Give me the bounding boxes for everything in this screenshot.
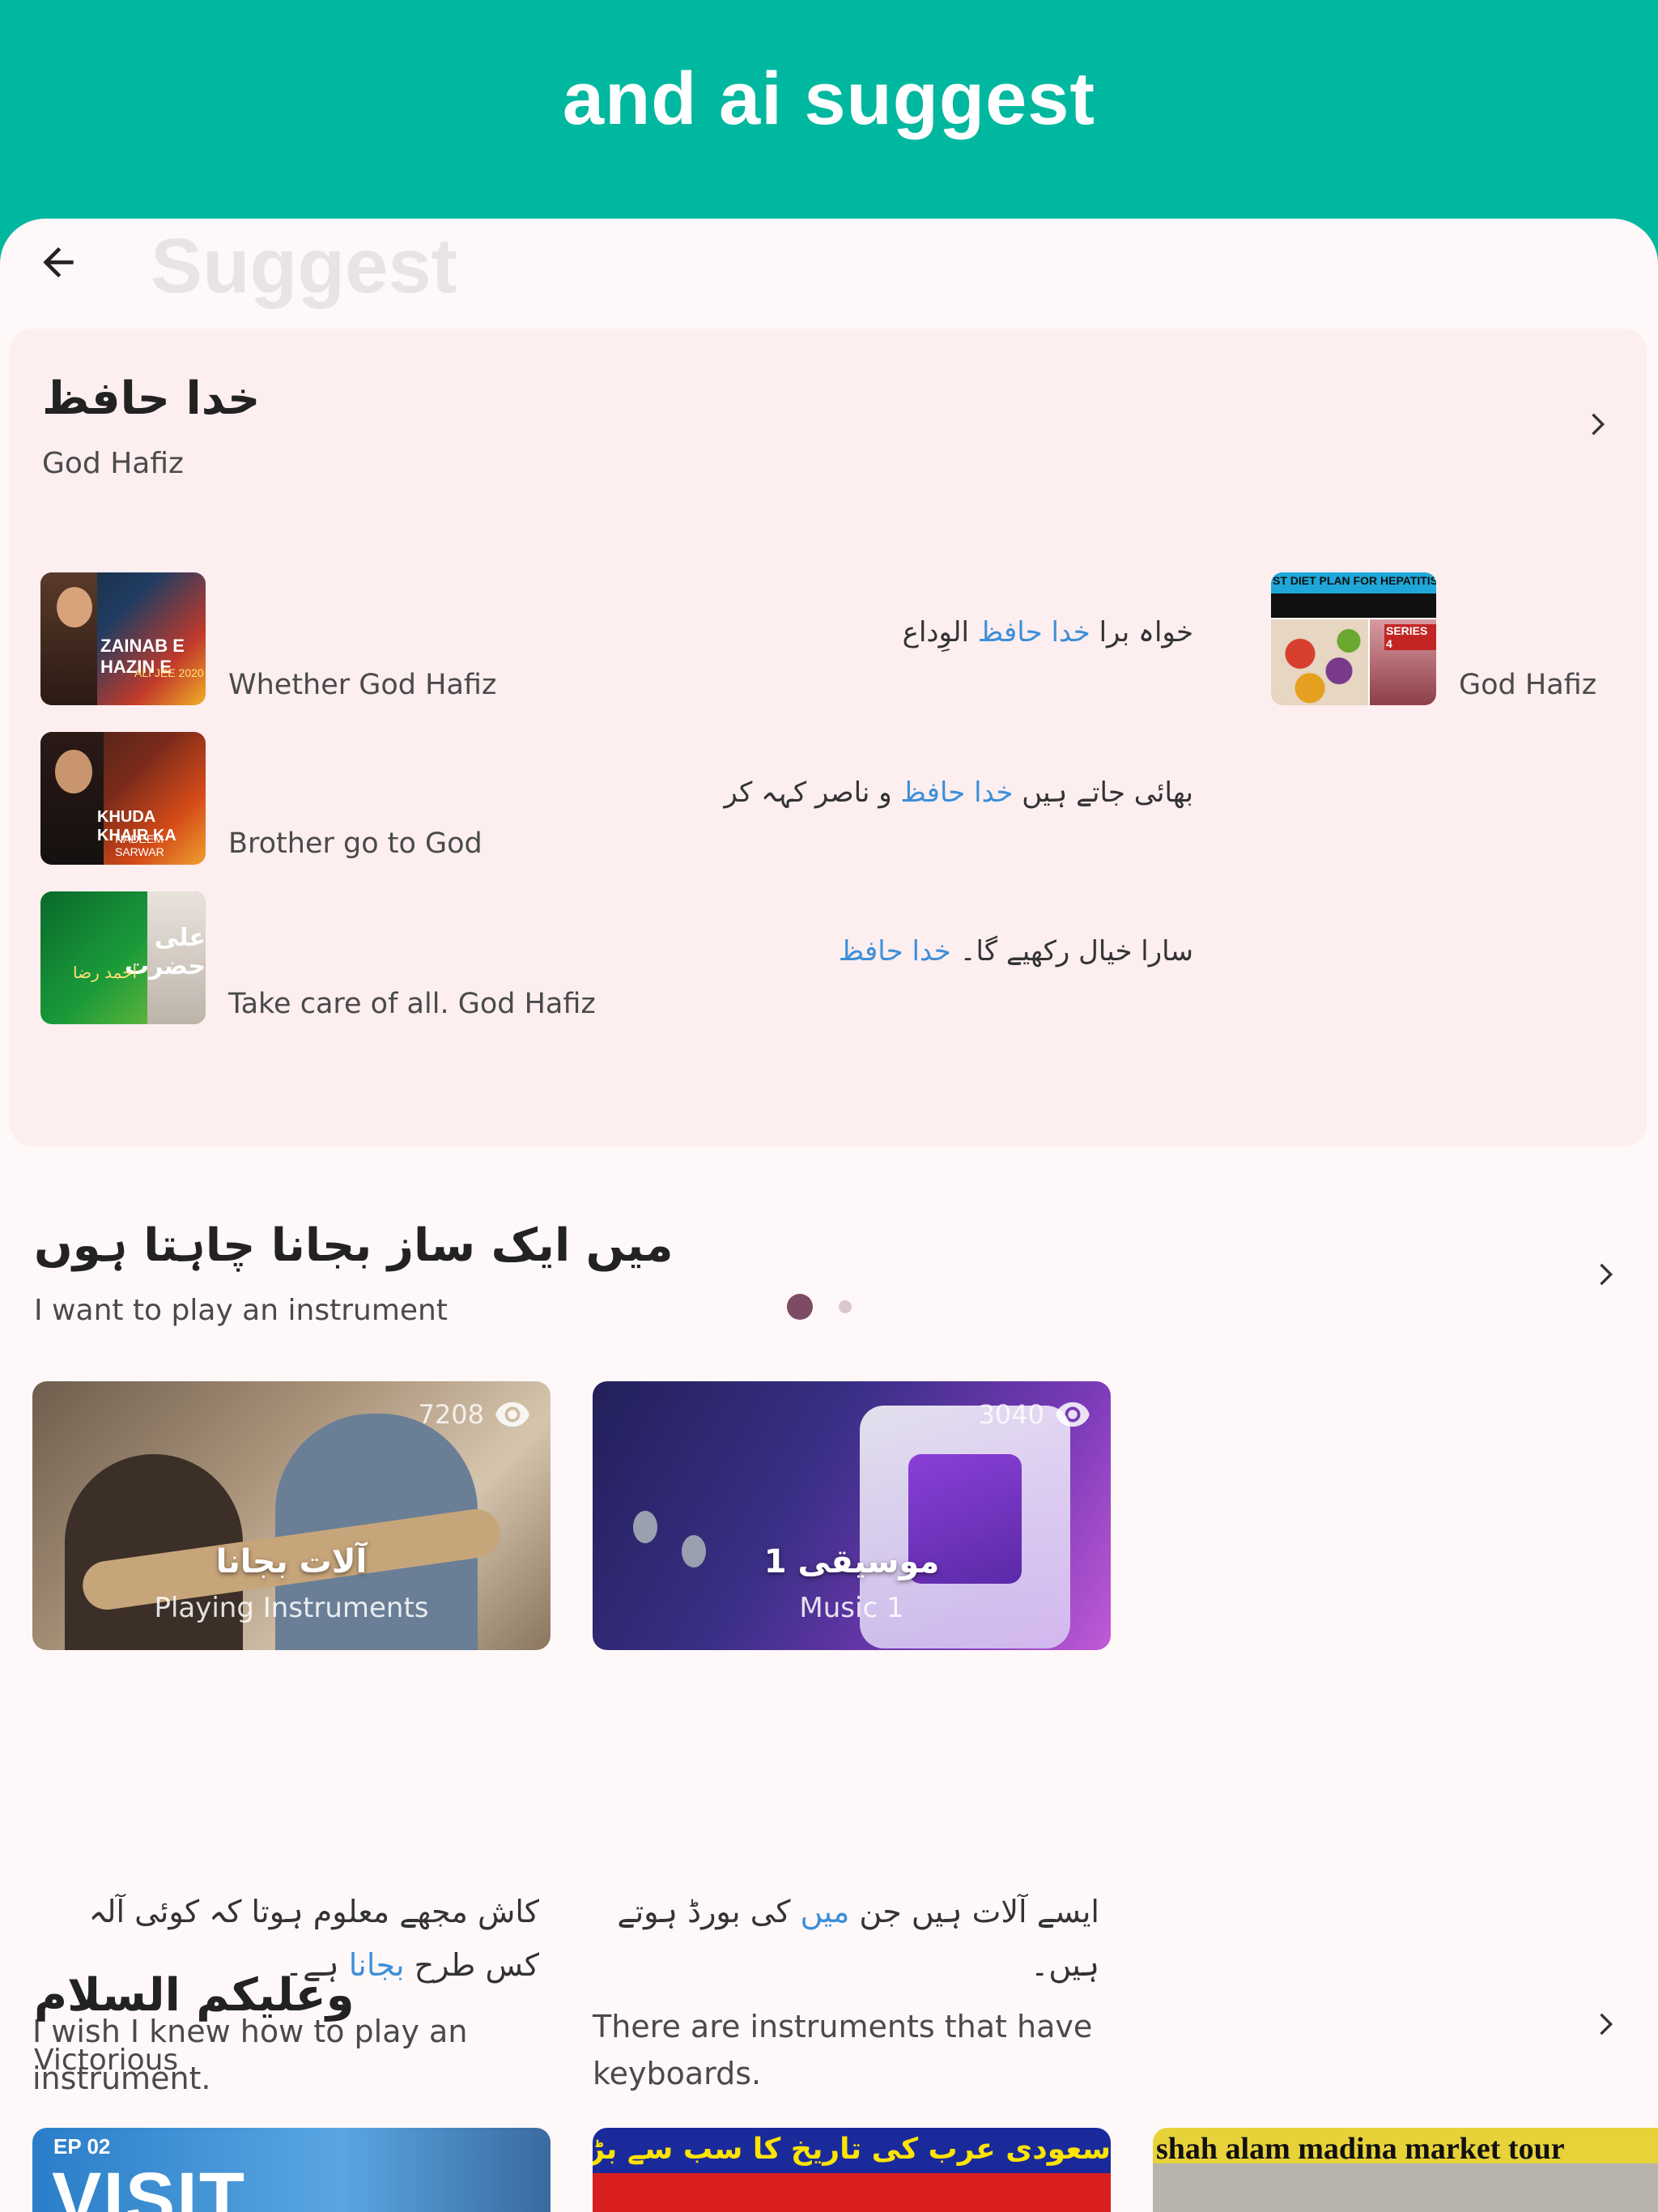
- view-count: 7208: [419, 1399, 531, 1430]
- page-dot-active[interactable]: [787, 1294, 813, 1320]
- back-arrow-icon[interactable]: [36, 240, 81, 285]
- video-thumbnail[interactable]: KHUDA KHAIR KA NADEEM SARWAR: [40, 732, 206, 865]
- card-overlay-urdu: آلات بجانا: [215, 1543, 368, 1580]
- app-bar: Suggest: [0, 219, 1658, 324]
- chevron-right-icon[interactable]: [1588, 1252, 1621, 1297]
- page-title: Suggest: [151, 223, 457, 309]
- example-urdu: خواہ برا خدا حافظ الوِداع: [902, 616, 1193, 649]
- example-urdu: سارا خیال رکھیے گا۔ خدا حافظ: [838, 935, 1193, 968]
- example-english: Take care of all. God Hafiz: [228, 988, 596, 1020]
- thumbnail-subcaption: احمد رضا: [73, 963, 138, 982]
- video-thumbnail[interactable]: EP 02 VISIT: [32, 2128, 551, 2212]
- banner-title: and ai suggest: [562, 57, 1096, 140]
- section-subtitle: God Hafiz: [42, 447, 184, 480]
- card-overlay-english: Music 1: [799, 1592, 904, 1624]
- chevron-right-icon[interactable]: [1588, 2001, 1621, 2047]
- section-subtitle: Victorious: [34, 2044, 179, 2077]
- thumbnail-caption: ST DIET PLAN FOR HEPATITIS PA: [1273, 574, 1436, 587]
- video-thumbnail[interactable]: علی حضرت احمد رضا: [40, 891, 206, 1024]
- promo-banner: and ai suggest: [0, 0, 1658, 220]
- video-thumbnail[interactable]: سعودی عرب کی تاریخ کا سب سے بڑا فراڈ سکی…: [593, 2128, 1111, 2212]
- card-example-urdu: ایسے آلات ہیں جن میں کی بورڈ ہوتے ہیں۔: [617, 1894, 1099, 1983]
- thumbnail-caption: shah alam madina market tour: [1156, 2132, 1565, 2166]
- section-title-urdu: میں ایک ساز بجانا چاہتا ہوں: [34, 1219, 674, 1272]
- eye-icon: [495, 1402, 529, 1427]
- example-english: Brother go to God: [228, 827, 483, 860]
- thumbnail-subcaption: NADEEM SARWAR: [115, 832, 164, 858]
- chevron-right-icon[interactable]: [1580, 402, 1613, 447]
- example-english: Whether God Hafiz: [228, 669, 497, 701]
- topic-card-image[interactable]: 7208 آلات بجانا Playing Instruments: [32, 1381, 551, 1650]
- section-subtitle: I want to play an instrument: [34, 1294, 448, 1327]
- thumbnail-subcaption: ALI JEE 2020: [134, 666, 204, 679]
- video-thumbnail[interactable]: ZAINAB E HAZIN E ALI JEE 2020: [40, 572, 206, 705]
- phrase-card-god-hafiz[interactable]: [10, 329, 1647, 1146]
- video-thumbnail[interactable]: ST DIET PLAN FOR HEPATITIS PA SERIES 4: [1271, 572, 1436, 705]
- example-english: God Hafiz: [1459, 669, 1597, 701]
- page-indicator[interactable]: [777, 1291, 874, 1323]
- eye-icon: [1056, 1402, 1090, 1427]
- episode-badge: EP 02: [53, 2134, 111, 2159]
- card-overlay-english: Playing Instruments: [154, 1592, 429, 1624]
- thumbnail-subcaption: SERIES 4: [1384, 624, 1436, 650]
- thumbnail-caption: VISIT: [52, 2158, 247, 2212]
- example-urdu: بھائی جاتے ہیں خدا حافظ و ناصر کہہ کر: [724, 776, 1193, 809]
- card-example-english: There are instruments that have keyboard…: [593, 2009, 1093, 2091]
- page-dot[interactable]: [839, 1300, 852, 1313]
- thumbnail-caption: سعودی عرب کی تاریخ کا سب سے بڑا فراڈ سکی…: [593, 2133, 1111, 2166]
- section-title-urdu: وعلیکم السلام: [34, 1969, 355, 2022]
- section-title-urdu: خدا حافظ: [42, 372, 261, 425]
- suggest-screen: Suggest خدا حافظ God Hafiz ZAINAB E HAZI…: [0, 219, 1658, 2212]
- view-count: 3040: [979, 1399, 1091, 1430]
- topic-card-image[interactable]: 3040 موسیقی 1 Music 1: [593, 1381, 1111, 1650]
- card-overlay-urdu: موسیقی 1: [763, 1543, 940, 1580]
- video-thumbnail[interactable]: shah alam madina market tour: [1153, 2128, 1658, 2212]
